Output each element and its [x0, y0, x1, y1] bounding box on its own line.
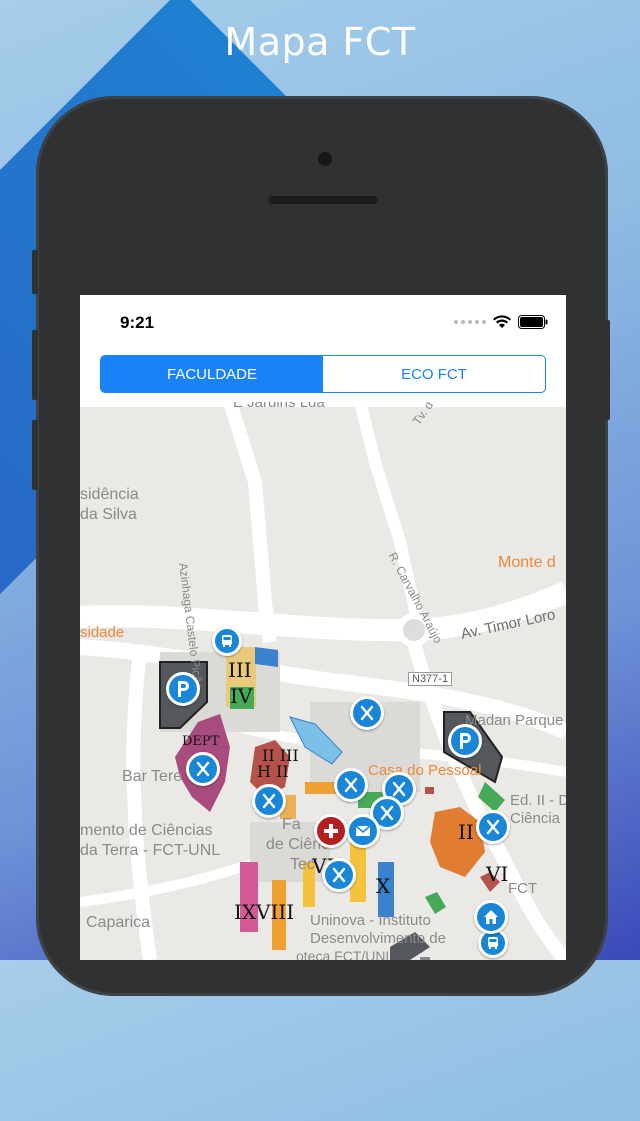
map-label: Ed. II - Dep: [510, 792, 566, 809]
banner-title: Mapa FCT: [224, 20, 416, 64]
map-label: Uninova - Instituto: [310, 912, 431, 929]
building-label: III: [228, 658, 252, 682]
home-icon[interactable]: [474, 900, 508, 934]
first-aid-icon[interactable]: [314, 814, 348, 848]
map-label: Fa: [282, 816, 301, 833]
mail-icon[interactable]: [346, 814, 380, 848]
camera: [318, 152, 332, 166]
map-label: da Silva: [80, 506, 137, 523]
power-button: [604, 320, 610, 420]
building-label: X: [376, 874, 391, 898]
map-label: Desenvolvimento de: [310, 930, 446, 947]
status-bar: 9:21: [80, 295, 566, 351]
bus-stop-icon[interactable]: [212, 626, 242, 656]
restaurant-icon[interactable]: [350, 696, 384, 730]
signal-icon: [454, 320, 486, 324]
map-label: sidade: [80, 624, 125, 641]
map-label: Bar Tere: [122, 768, 183, 785]
map-mode-segmented-control[interactable]: FACULDADE ECO FCT: [100, 355, 546, 393]
map-label: sidência: [80, 486, 139, 503]
restaurant-icon[interactable]: [476, 810, 510, 844]
parking-icon[interactable]: [448, 724, 482, 758]
building-label: VIII: [256, 900, 295, 924]
map-label: Caparica: [86, 914, 151, 931]
building-label: VI: [486, 862, 509, 886]
restaurant-icon[interactable]: [186, 752, 220, 786]
volume-down-button: [32, 420, 38, 490]
map-label: da Terra - FCT-UNL: [80, 842, 221, 859]
volume-up-button: [32, 330, 38, 400]
map-label: Madan Parque: [465, 712, 564, 729]
battery-icon: [518, 315, 548, 329]
map-label: Casa do Pessoal: [368, 762, 482, 779]
restaurant-icon[interactable]: [322, 858, 356, 892]
map-label: oteca FCT/UNL: [296, 948, 394, 960]
restaurant-icon[interactable]: [252, 784, 286, 818]
building-label: IX: [234, 900, 257, 924]
building-label: DEPT: [182, 734, 220, 749]
campus-map[interactable]: E Jardins Lda Tv. d sidência da Silva Az…: [80, 402, 566, 960]
building-label: II: [458, 820, 474, 844]
status-icons: [454, 315, 548, 329]
building-label: IV: [230, 684, 253, 708]
map-label: mento de Ciências: [80, 822, 213, 839]
clock: 9:21: [120, 313, 155, 332]
speaker: [268, 196, 378, 204]
road-number-label: N377-1: [408, 672, 453, 686]
map-label: Monte d: [498, 554, 556, 571]
mute-switch: [32, 250, 38, 294]
parking-icon[interactable]: [166, 672, 200, 706]
restaurant-icon[interactable]: [334, 768, 368, 802]
segment-faculdade[interactable]: FACULDADE: [101, 356, 323, 392]
app-screen: 9:21 FACULDADE ECO FCT E Jardins Lda Tv.…: [80, 295, 566, 960]
segment-eco-fct[interactable]: ECO FCT: [323, 356, 545, 392]
map-label: Ciência: [510, 810, 561, 827]
map-label: FCT: [508, 880, 538, 897]
wifi-icon: [493, 315, 511, 328]
building-label: H II: [257, 762, 289, 781]
map-label: E Jardins Lda: [233, 402, 325, 411]
